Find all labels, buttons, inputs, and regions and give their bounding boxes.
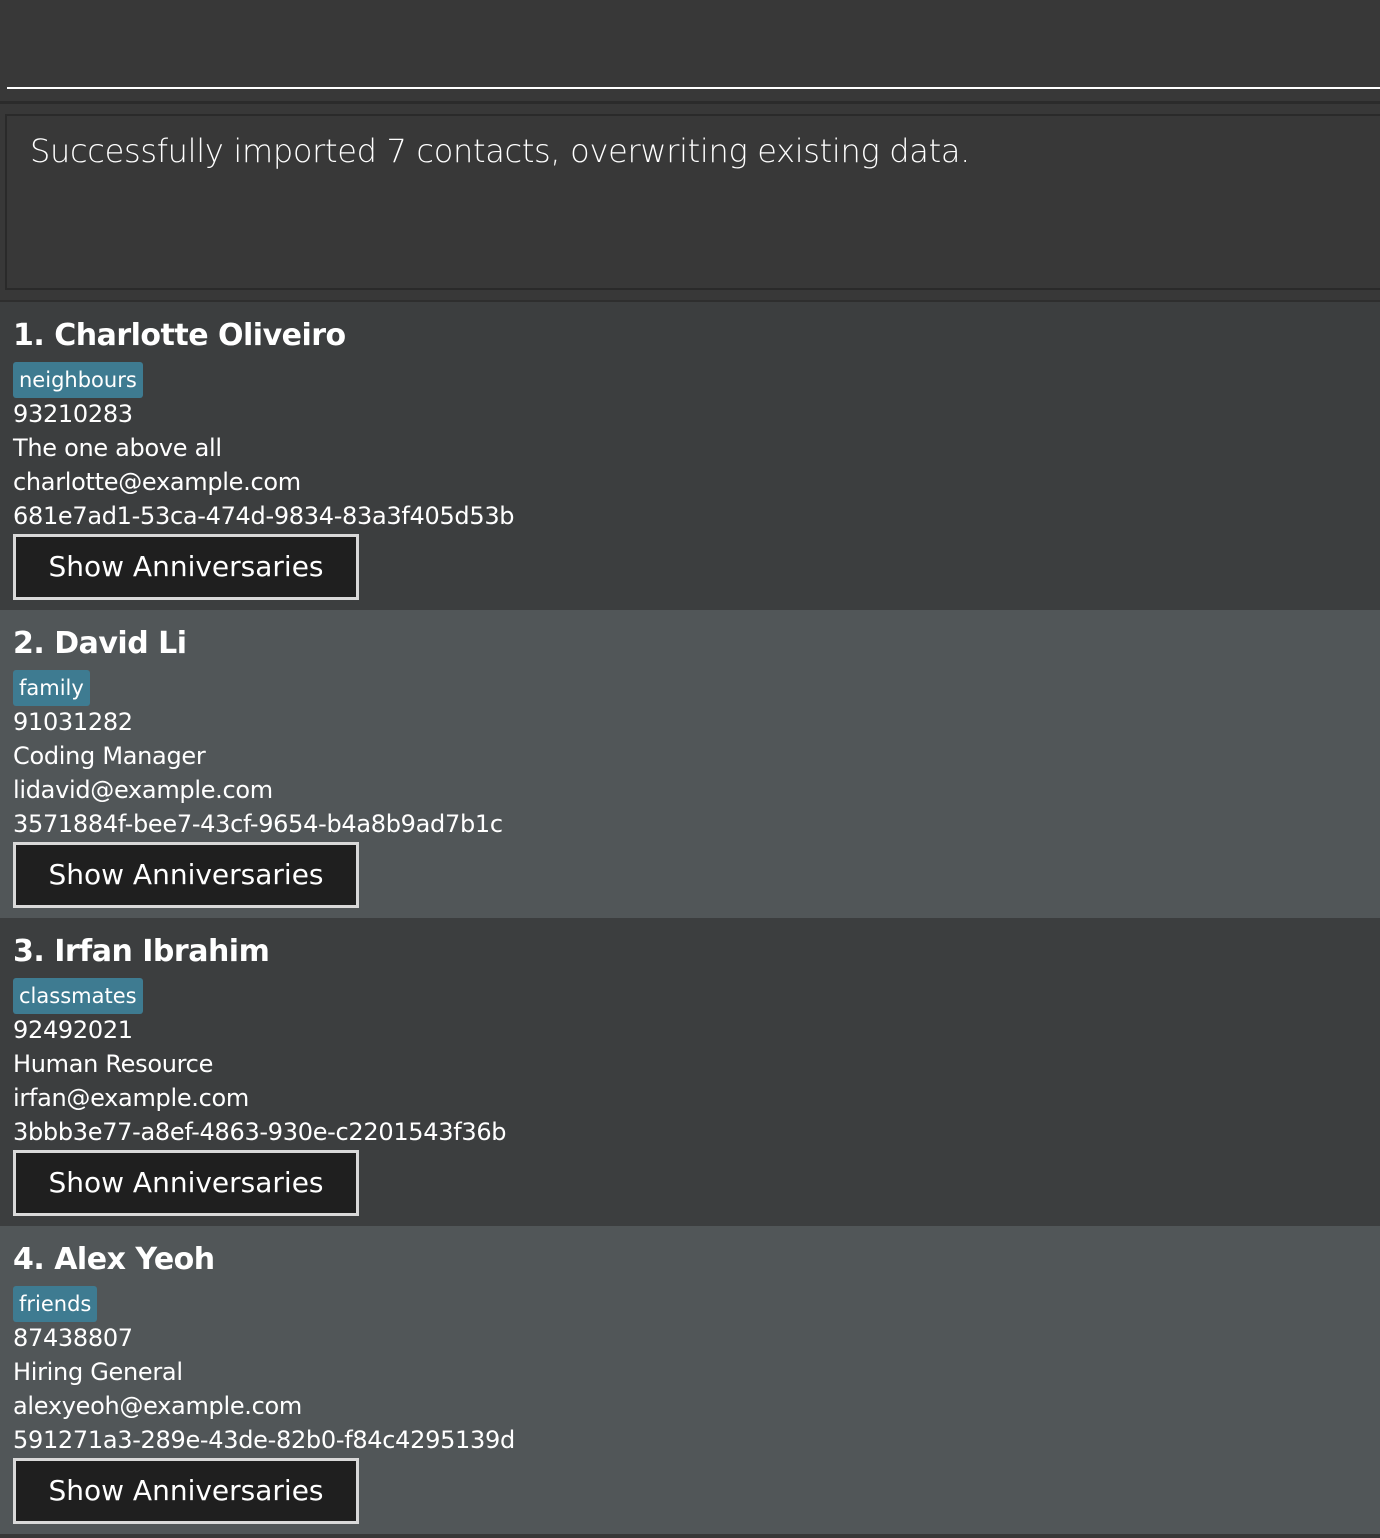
result-display: Successfully imported 7 contacts, overwr… bbox=[5, 114, 1380, 290]
person-name: 4. Alex Yeoh bbox=[13, 1242, 215, 1277]
person-id: 681e7ad1-53ca-474d-9834-83a3f405d53b bbox=[13, 502, 515, 530]
person-email: alexyeoh@example.com bbox=[13, 1392, 302, 1420]
person-phone: 91031282 bbox=[13, 708, 133, 736]
command-input[interactable] bbox=[7, 0, 1380, 89]
person-phone: 92492021 bbox=[13, 1016, 133, 1044]
person-id: 3571884f-bee7-43cf-9654-b4a8b9ad7b1c bbox=[13, 810, 503, 838]
person-phone: 87438807 bbox=[13, 1324, 133, 1352]
person-job: Coding Manager bbox=[13, 742, 206, 770]
person-email: lidavid@example.com bbox=[13, 776, 273, 804]
person-list[interactable]: 1. Charlotte Oliveiro neighbours 9321028… bbox=[0, 302, 1380, 1534]
show-anniversaries-button[interactable]: Show Anniversaries bbox=[13, 1458, 359, 1524]
person-email: irfan@example.com bbox=[13, 1084, 249, 1112]
result-message: Successfully imported 7 contacts, overwr… bbox=[30, 132, 971, 170]
show-anniversaries-button[interactable]: Show Anniversaries bbox=[13, 1150, 359, 1216]
tag-badge: friends bbox=[13, 1286, 98, 1322]
separator bbox=[0, 101, 1380, 104]
person-job: The one above all bbox=[13, 434, 222, 462]
person-id: 591271a3-289e-43de-82b0-f84c4295139d bbox=[13, 1426, 515, 1454]
tag-badge: classmates bbox=[13, 978, 143, 1014]
person-card[interactable]: 4. Alex Yeoh friends 87438807 Hiring Gen… bbox=[0, 1226, 1380, 1534]
person-phone: 93210283 bbox=[13, 400, 133, 428]
tag-badge: family bbox=[13, 670, 90, 706]
person-card[interactable]: 1. Charlotte Oliveiro neighbours 9321028… bbox=[0, 302, 1380, 610]
person-name: 2. David Li bbox=[13, 626, 187, 661]
tag-badge: neighbours bbox=[13, 362, 143, 398]
person-id: 3bbb3e77-a8ef-4863-930e-c2201543f36b bbox=[13, 1118, 507, 1146]
command-box bbox=[0, 0, 1380, 101]
person-email: charlotte@example.com bbox=[13, 468, 301, 496]
show-anniversaries-button[interactable]: Show Anniversaries bbox=[13, 842, 359, 908]
person-job: Hiring General bbox=[13, 1358, 183, 1386]
app-window: Successfully imported 7 contacts, overwr… bbox=[0, 0, 1380, 1538]
person-name: 1. Charlotte Oliveiro bbox=[13, 318, 346, 353]
show-anniversaries-button[interactable]: Show Anniversaries bbox=[13, 534, 359, 600]
person-job: Human Resource bbox=[13, 1050, 214, 1078]
person-name: 3. Irfan Ibrahim bbox=[13, 934, 270, 969]
person-card[interactable]: 2. David Li family 91031282 Coding Manag… bbox=[0, 610, 1380, 918]
person-card[interactable]: 3. Irfan Ibrahim classmates 92492021 Hum… bbox=[0, 918, 1380, 1226]
